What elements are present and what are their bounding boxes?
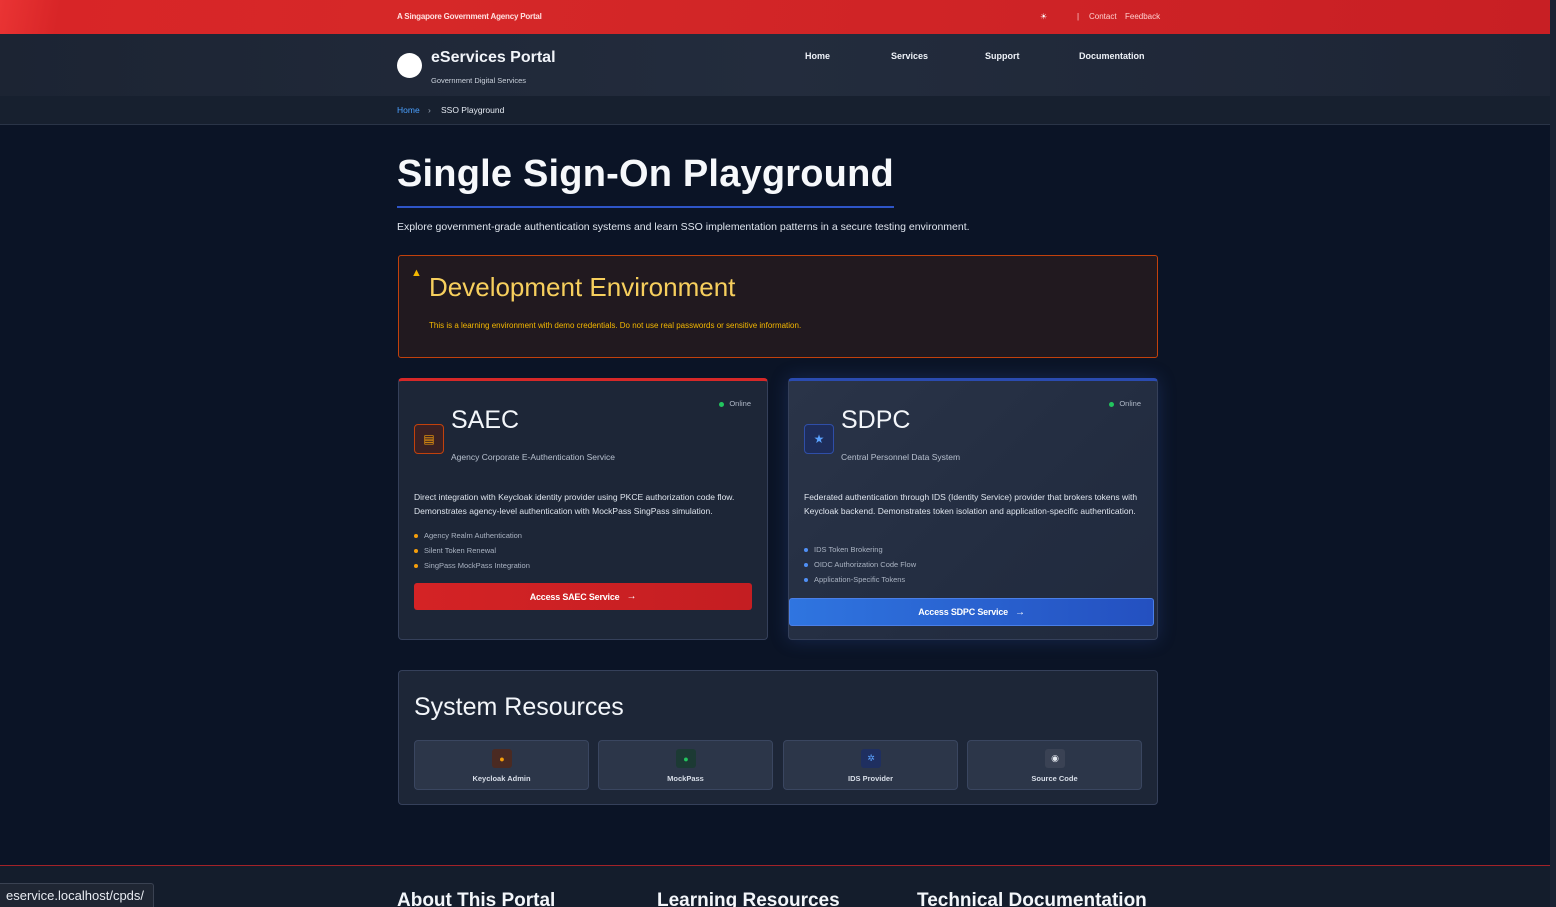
- card-title: SAEC: [451, 406, 520, 434]
- document-icon: ▤: [414, 424, 444, 454]
- card-subtitle: Agency Corporate E-Authentication Servic…: [451, 452, 615, 462]
- scrollbar[interactable]: [1550, 0, 1556, 907]
- status-badge: Online: [719, 399, 751, 408]
- list-item: OIDC Authorization Code Flow: [804, 557, 916, 572]
- bullet-icon: [414, 549, 418, 554]
- resource-mockpass[interactable]: ● MockPass: [598, 740, 773, 790]
- status-text: Online: [729, 399, 751, 408]
- gov-separator: |: [1077, 12, 1080, 21]
- nav-home[interactable]: Home: [805, 51, 830, 61]
- footer-heading-technical: Technical Documentation: [917, 890, 1147, 907]
- button-label: Access SAEC Service: [529, 591, 620, 602]
- service-card-sdpc: Online ★ SDPC Central Personnel Data Sys…: [788, 378, 1158, 640]
- warning-icon: ▲: [411, 267, 422, 279]
- brand-name[interactable]: eServices Portal: [431, 49, 556, 67]
- breadcrumb-home[interactable]: Home: [397, 105, 420, 115]
- breadcrumb-current: SSO Playground: [441, 105, 505, 115]
- status-text: Online: [1119, 399, 1141, 408]
- gov-banner-text: A Singapore Government Agency Portal: [397, 12, 542, 21]
- list-item: SingPass MockPass Integration: [414, 558, 530, 573]
- alert-text: This is a learning environment with demo…: [429, 321, 802, 330]
- arrow-right-icon: →: [1014, 606, 1025, 618]
- link-preview-url: eservice.localhost/cpds/: [0, 883, 155, 907]
- contact-link[interactable]: Contact: [1089, 12, 1117, 21]
- feature-label: OIDC Authorization Code Flow: [814, 560, 917, 569]
- section-title: System Resources: [414, 693, 624, 721]
- system-resources: System Resources ● Keycloak Admin ● Mock…: [398, 670, 1158, 805]
- site-header: eServices Portal Government Digital Serv…: [0, 34, 1550, 96]
- bullet-icon: [414, 534, 418, 539]
- bullet-icon: [804, 548, 808, 553]
- bullet-icon: [804, 563, 808, 568]
- gear-icon: ✲: [861, 749, 881, 768]
- page-description: Explore government-grade authentication …: [397, 221, 970, 233]
- nav-documentation[interactable]: Documentation: [1079, 51, 1145, 61]
- feature-label: IDS Token Brokering: [814, 545, 883, 554]
- list-item: Application-Specific Tokens: [804, 572, 916, 587]
- feature-label: SingPass MockPass Integration: [424, 561, 530, 570]
- service-card-saec: Online ▤ SAEC Agency Corporate E-Authent…: [398, 378, 768, 640]
- logo[interactable]: [397, 53, 422, 78]
- footer-heading-learning: Learning Resources: [657, 890, 840, 907]
- star-icon: ★: [804, 424, 834, 454]
- resource-keycloak-admin[interactable]: ● Keycloak Admin: [414, 740, 589, 790]
- resource-label: IDS Provider: [847, 774, 893, 783]
- card-description: Federated authentication through IDS (Id…: [804, 492, 1138, 516]
- resource-label: Keycloak Admin: [472, 774, 531, 783]
- user-shield-icon: ●: [492, 749, 512, 768]
- card-subtitle: Central Personnel Data System: [841, 452, 961, 462]
- check-circle-icon: ●: [676, 749, 696, 768]
- breadcrumb: Home › SSO Playground: [0, 96, 1550, 125]
- feature-label: Application-Specific Tokens: [814, 575, 906, 584]
- bullet-icon: [804, 578, 808, 583]
- dev-environment-alert: ▲ Development Environment This is a lear…: [398, 255, 1158, 358]
- bullet-icon: [414, 564, 418, 569]
- page-title: Single Sign-On Playground: [397, 153, 894, 208]
- breadcrumb-separator: ›: [428, 105, 431, 115]
- resource-label: MockPass: [667, 774, 704, 783]
- access-saec-button[interactable]: Access SAEC Service →: [414, 583, 752, 610]
- nav-support[interactable]: Support: [985, 51, 1020, 61]
- alert-title: Development Environment: [429, 272, 736, 302]
- status-dot-icon: [719, 401, 725, 407]
- feature-label: Silent Token Renewal: [424, 546, 496, 555]
- gov-banner: A Singapore Government Agency Portal ☀ |…: [0, 0, 1550, 34]
- list-item: Silent Token Renewal: [414, 543, 530, 558]
- footer-heading-about: About This Portal: [397, 890, 556, 907]
- card-description: Direct integration with Keycloak identit…: [414, 492, 735, 516]
- feature-list: IDS Token Brokering OIDC Authorization C…: [804, 542, 916, 587]
- list-item: IDS Token Brokering: [804, 542, 916, 557]
- resource-ids-provider[interactable]: ✲ IDS Provider: [783, 740, 958, 790]
- feature-label: Agency Realm Authentication: [424, 531, 522, 540]
- status-badge: Online: [1109, 399, 1141, 408]
- card-title: SDPC: [841, 406, 911, 434]
- github-icon: ◉: [1045, 749, 1065, 768]
- list-item: Agency Realm Authentication: [414, 528, 530, 543]
- site-footer: About This Portal Learning Resources Tec…: [0, 865, 1550, 907]
- resource-source-code[interactable]: ◉ Source Code: [967, 740, 1142, 790]
- arrow-right-icon: →: [626, 591, 637, 602]
- feature-list: Agency Realm Authentication Silent Token…: [414, 528, 530, 573]
- resource-label: Source Code: [1031, 774, 1078, 783]
- sun-icon[interactable]: ☀: [1040, 12, 1047, 21]
- access-sdpc-button[interactable]: Access SDPC Service →: [789, 598, 1154, 626]
- button-label: Access SDPC Service: [918, 607, 1008, 617]
- status-dot-icon: [1109, 401, 1115, 407]
- brand-subtitle: Government Digital Services: [431, 76, 527, 85]
- feedback-link[interactable]: Feedback: [1125, 12, 1160, 21]
- nav-services[interactable]: Services: [891, 51, 928, 61]
